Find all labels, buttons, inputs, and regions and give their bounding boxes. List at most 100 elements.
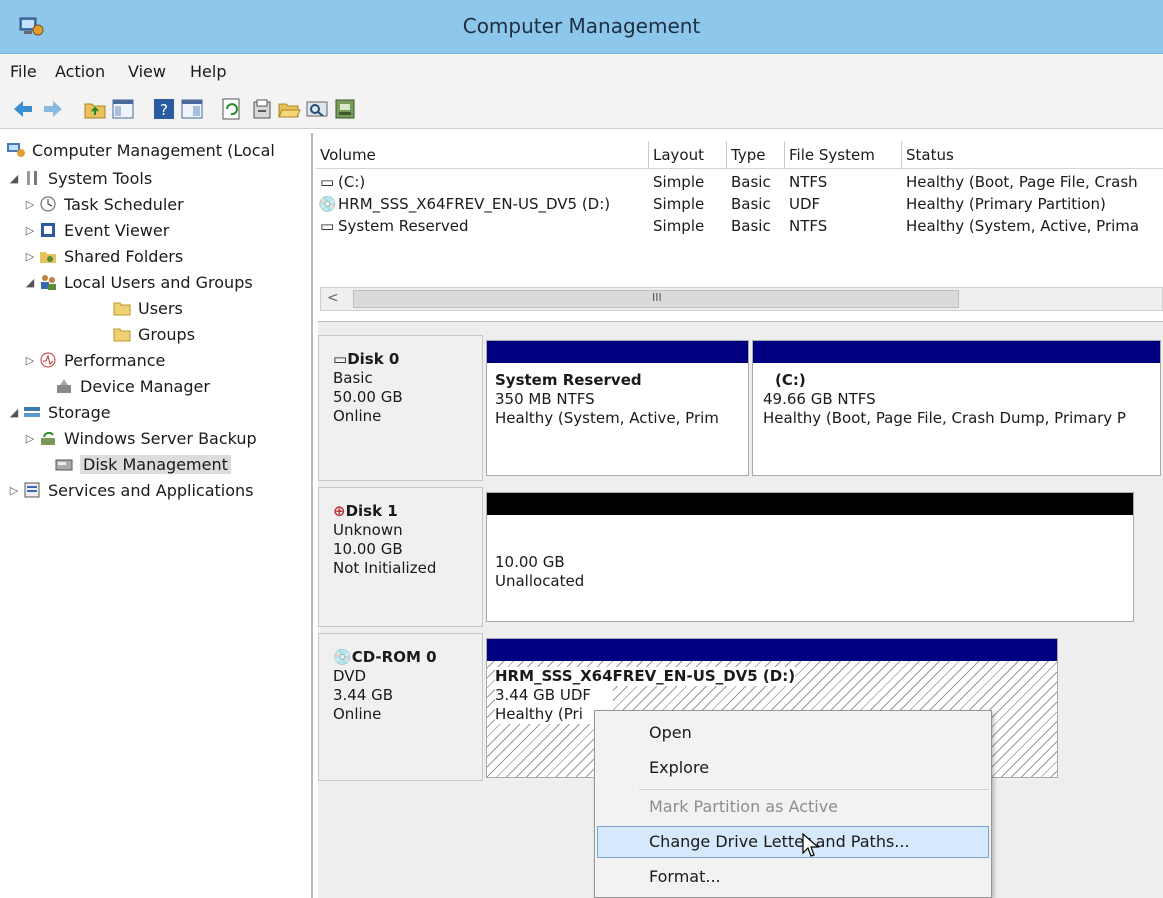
window-title: Computer Management	[462, 14, 701, 38]
partition-system-reserved[interactable]: System Reserved 350 MB NTFS Healthy (Sys…	[486, 340, 749, 476]
volume-type: Basic	[731, 217, 771, 235]
clock-icon	[40, 196, 56, 212]
collapse-arrow-icon[interactable]: ▷	[22, 432, 38, 445]
tree-label: Windows Server Backup	[64, 428, 257, 448]
show-hide-tree-icon[interactable]	[110, 96, 136, 122]
disk-name: CD-ROM 0	[351, 648, 437, 666]
disk-name: Disk 0	[347, 350, 400, 368]
partition-c-drive[interactable]: (C:) 49.66 GB NTFS Healthy (Boot, Page F…	[752, 340, 1161, 476]
partition-band	[487, 639, 1057, 661]
partition-name: HRM_SSS_X64FREV_EN-US_DV5 (D:)	[495, 667, 796, 686]
volume-name: System Reserved	[338, 217, 469, 235]
collapse-arrow-icon[interactable]: ▷	[22, 224, 38, 237]
tree-node-users[interactable]: Users	[112, 295, 183, 321]
tree-node-task-scheduler[interactable]: ▷ Task Scheduler	[22, 191, 184, 217]
volume-status: Healthy (Boot, Page File, Crash	[906, 173, 1138, 191]
collapse-arrow-icon[interactable]: ▷	[22, 354, 38, 367]
title-bar: Computer Management	[0, 0, 1163, 54]
disk-label[interactable]: 💿CD-ROM 0 DVD 3.44 GB Online	[318, 633, 483, 781]
tree-node-event-viewer[interactable]: ▷ Event Viewer	[22, 217, 170, 243]
shared-folder-icon	[40, 252, 56, 263]
volume-list-header: Volume Layout Type File System Status	[316, 141, 1163, 169]
column-header-volume[interactable]: Volume	[316, 141, 649, 169]
column-header-status[interactable]: Status	[902, 141, 1163, 169]
scrollbar-thumb[interactable]: III	[353, 290, 959, 308]
tree-node-shared-folders[interactable]: ▷ Shared Folders	[22, 243, 183, 269]
tree-label: Groups	[138, 324, 196, 344]
tree-node-disk-management[interactable]: Disk Management	[54, 451, 231, 477]
disk-type: DVD	[333, 667, 367, 685]
collapse-arrow-icon[interactable]: ▷	[6, 484, 22, 497]
tree-label: Local Users and Groups	[64, 272, 253, 292]
volume-status: Healthy (Primary Partition)	[906, 195, 1106, 213]
up-folder-icon[interactable]	[82, 96, 108, 122]
expand-arrow-icon[interactable]: ◢	[22, 276, 38, 289]
disk-management-icon	[55, 459, 73, 471]
help-icon[interactable]: ?	[151, 96, 177, 122]
disk-type: Unknown	[333, 521, 403, 539]
tree-node-services-applications[interactable]: ▷ Services and Applications	[6, 477, 254, 503]
tree-node-groups[interactable]: Groups	[112, 321, 195, 347]
refresh-icon[interactable]	[219, 96, 245, 122]
tree-node-performance[interactable]: ▷ Performance	[22, 347, 166, 373]
partition-band	[753, 341, 1160, 363]
volume-status: Healthy (System, Active, Prima	[906, 217, 1140, 235]
tree-node-windows-server-backup[interactable]: ▷ Windows Server Backup	[22, 425, 257, 451]
menu-item-change-drive-letter[interactable]: Change Drive Letter and Paths...	[649, 832, 910, 851]
back-arrow-icon[interactable]	[10, 96, 36, 122]
disk-size: 3.44 GB	[333, 686, 394, 704]
menu-file[interactable]: File	[10, 62, 37, 81]
menu-action[interactable]: Action	[55, 62, 105, 81]
disk-label[interactable]: ▭Disk 0 Basic 50.00 GB Online	[318, 335, 483, 481]
disk-label[interactable]: ⊕Disk 1 Unknown 10.00 GB Not Initialized	[318, 487, 483, 627]
tree-label: Computer Management (Local	[32, 140, 275, 160]
disk-state: Not Initialized	[333, 559, 437, 577]
navigation-tree: Computer Management (Local ◢ System Tool…	[0, 133, 313, 898]
users-icon	[41, 275, 56, 290]
horizontal-scrollbar[interactable]: < III	[320, 287, 1163, 311]
volume-row[interactable]: ▭ System Reserved Simple Basic NTFS Heal…	[316, 215, 1163, 237]
column-header-layout[interactable]: Layout	[649, 141, 727, 169]
column-header-file-system[interactable]: File System	[785, 141, 902, 169]
tree-label: Device Manager	[80, 376, 210, 396]
menu-item-explore[interactable]: Explore	[649, 758, 709, 777]
menu-item-format[interactable]: Format...	[649, 867, 721, 886]
expand-arrow-icon[interactable]: ◢	[6, 406, 22, 419]
menu-item-open[interactable]: Open	[649, 723, 692, 742]
column-header-type[interactable]: Type	[727, 141, 785, 169]
volume-row[interactable]: ▭ (C:) Simple Basic NTFS Healthy (Boot, …	[316, 171, 1163, 193]
open-icon[interactable]	[276, 96, 302, 122]
volume-row[interactable]: 💿 HRM_SSS_X64FREV_EN-US_DV5 (D:) Simple …	[316, 193, 1163, 215]
partition-name: System Reserved	[495, 371, 642, 389]
forward-arrow-icon[interactable]	[40, 96, 66, 122]
tree-node-computer-management[interactable]: Computer Management (Local	[6, 137, 275, 163]
disk-settings-icon[interactable]	[332, 96, 358, 122]
disk-name: Disk 1	[345, 502, 398, 520]
scroll-left-icon[interactable]: <	[327, 290, 339, 306]
computer-management-icon	[7, 143, 25, 157]
tree-node-storage[interactable]: ◢ Storage	[6, 399, 111, 425]
tree-label: Users	[138, 298, 183, 318]
tree-node-system-tools[interactable]: ◢ System Tools	[6, 165, 152, 191]
expand-arrow-icon[interactable]: ◢	[6, 172, 22, 185]
menu-help[interactable]: Help	[190, 62, 226, 81]
volume-fs: NTFS	[789, 173, 828, 191]
partition-detail: 3.44 GB UDF	[495, 686, 613, 705]
menu-bar: File Action View Help	[0, 55, 1163, 89]
collapse-arrow-icon[interactable]: ▷	[22, 198, 38, 211]
search-icon[interactable]	[304, 96, 330, 122]
tree-node-device-manager[interactable]: Device Manager	[38, 373, 210, 399]
partition-unallocated[interactable]: 10.00 GB Unallocated	[486, 492, 1134, 622]
tree-node-local-users-groups[interactable]: ◢ Local Users and Groups	[22, 269, 253, 295]
menu-view[interactable]: View	[128, 62, 166, 81]
volume-name: (C:)	[338, 173, 366, 191]
properties-pane-icon[interactable]	[179, 96, 205, 122]
folder-icon	[113, 302, 131, 316]
tree-label: Shared Folders	[64, 246, 184, 266]
volume-type: Basic	[731, 195, 771, 213]
properties-icon[interactable]	[249, 96, 275, 122]
volume-layout: Simple	[653, 195, 705, 213]
disk-size: 50.00 GB	[333, 388, 403, 406]
device-manager-icon	[57, 379, 71, 393]
collapse-arrow-icon[interactable]: ▷	[22, 250, 38, 263]
